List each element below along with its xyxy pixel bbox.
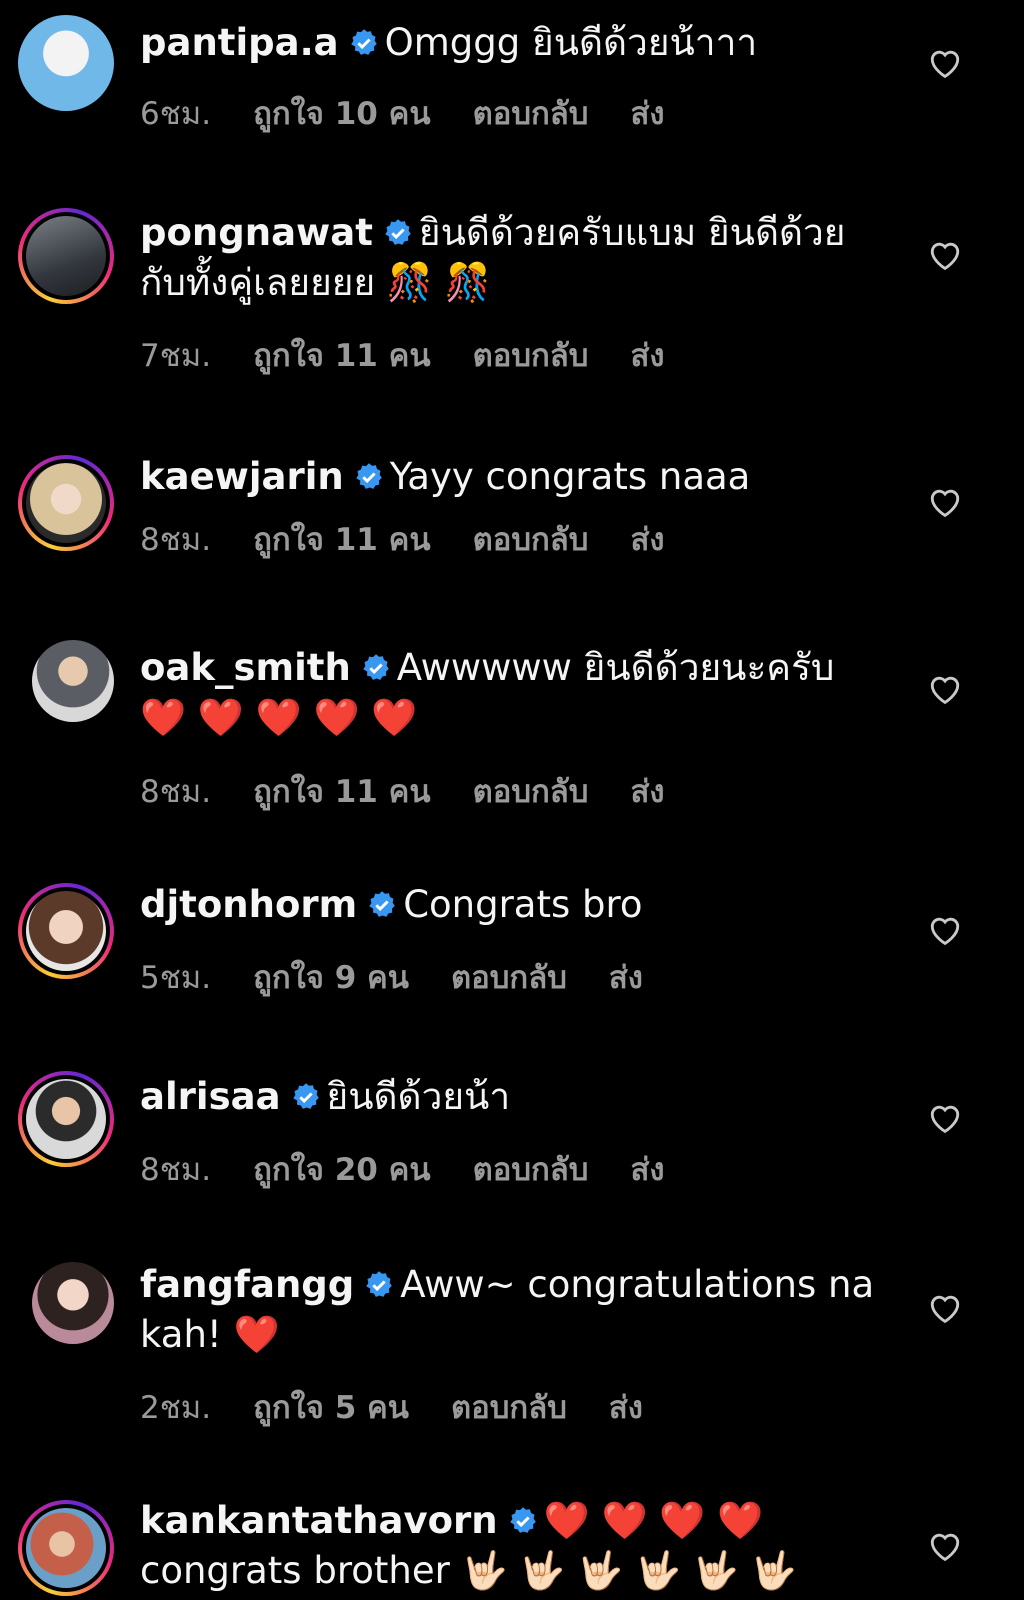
timestamp: 6ชม. (140, 96, 212, 132)
comment-text: pongnawat ยินดีด้วยครับแบม ยินดีด้วยกับทั… (140, 208, 880, 308)
comment-text: oak_smith Awwwww ยินดีด้วยนะครับ ❤️ ❤️ ❤️… (140, 643, 880, 743)
avatar[interactable] (18, 1500, 114, 1596)
comment-meta: 8ชม. ถูกใจ 11 คน ตอบกลับ ส่ง (140, 766, 707, 816)
username[interactable]: pantipa.a (140, 21, 339, 64)
verified-badge-icon (363, 654, 389, 680)
avatar[interactable] (18, 15, 114, 111)
reply-button[interactable]: ตอบกลับ (473, 338, 589, 374)
comment-text: fangfangg Aww~ congratulations na kah! ❤️ (140, 1260, 880, 1360)
likes-count[interactable]: ถูกใจ 9 คน (253, 960, 409, 996)
reply-button[interactable]: ตอบกลับ (451, 960, 567, 996)
verified-badge-icon (356, 463, 382, 489)
comment-text: kankantathavorn ❤️ ❤️ ❤️ ❤️ congrats brot… (140, 1496, 880, 1600)
reply-button[interactable]: ตอบกลับ (473, 774, 589, 810)
heart-icon[interactable] (928, 1292, 962, 1324)
comment-meta: 2ชม. ถูกใจ 5 คน ตอบกลับ ส่ง (140, 1382, 685, 1432)
heart-icon[interactable] (928, 1102, 962, 1134)
send-button[interactable]: ส่ง (630, 774, 664, 810)
verified-badge-icon (350, 29, 377, 55)
verified-badge-icon (292, 1083, 319, 1109)
heart-icon[interactable] (928, 914, 962, 946)
comment-text: alrisaa ยินดีด้วยน้า (140, 1072, 880, 1122)
username[interactable]: alrisaa (140, 1075, 281, 1118)
timestamp: 8ชม. (140, 1152, 212, 1188)
verified-badge-icon (369, 891, 395, 917)
send-button[interactable]: ส่ง (630, 96, 664, 132)
likes-count[interactable]: ถูกใจ 10 คน (253, 96, 431, 132)
comment-meta: 6ชม. ถูกใจ 10 คน ตอบกลับ ส่ง (140, 88, 707, 138)
avatar[interactable] (18, 883, 114, 979)
comment-body: Congrats bro (403, 883, 643, 926)
heart-icon[interactable] (928, 47, 962, 79)
likes-count[interactable]: ถูกใจ 20 คน (253, 1152, 431, 1188)
likes-count[interactable]: ถูกใจ 11 คน (253, 774, 431, 810)
avatar[interactable] (18, 1071, 114, 1167)
heart-icon[interactable] (928, 673, 962, 705)
likes-count[interactable]: ถูกใจ 11 คน (253, 338, 431, 374)
comment-body: Yayy congrats naaa (389, 455, 751, 498)
avatar[interactable] (32, 1262, 114, 1344)
username[interactable]: kankantathavorn (140, 1499, 498, 1542)
verified-badge-icon (366, 1271, 393, 1297)
comment-meta: 8ชม. ถูกใจ 11 คน ตอบกลับ ส่ง (140, 514, 707, 564)
timestamp: 7ชม. (140, 338, 212, 374)
reply-button[interactable]: ตอบกลับ (473, 522, 589, 558)
comment-meta: 8ชม. ถูกใจ 20 คน ตอบกลับ ส่ง (140, 1144, 707, 1194)
comment-meta: 5ชม. ถูกใจ 9 คน ตอบกลับ ส่ง (140, 952, 685, 1002)
heart-icon[interactable] (928, 239, 962, 271)
reply-button[interactable]: ตอบกลับ (451, 1390, 567, 1426)
likes-count[interactable]: ถูกใจ 11 คน (253, 522, 431, 558)
comment-body: ยินดีด้วยน้า (326, 1075, 511, 1118)
heart-icon[interactable] (928, 1530, 962, 1562)
reply-button[interactable]: ตอบกลับ (473, 1152, 589, 1188)
avatar[interactable] (32, 640, 114, 722)
username[interactable]: oak_smith (140, 646, 351, 689)
timestamp: 8ชม. (140, 522, 212, 558)
comment-text: kaewjarin Yayy congrats naaa (140, 452, 880, 502)
send-button[interactable]: ส่ง (609, 1390, 643, 1426)
reply-button[interactable]: ตอบกลับ (473, 96, 589, 132)
timestamp: 8ชม. (140, 774, 212, 810)
comment-meta: 7ชม. ถูกใจ 11 คน ตอบกลับ ส่ง (140, 330, 707, 380)
comment-text: djtonhorm Congrats bro (140, 880, 880, 930)
send-button[interactable]: ส่ง (630, 522, 664, 558)
username[interactable]: pongnawat (140, 211, 373, 254)
comment-body: Omggg ยินดีด้วยน้าาา (384, 21, 758, 64)
username[interactable]: kaewjarin (140, 455, 344, 498)
verified-badge-icon (509, 1507, 536, 1533)
heart-icon[interactable] (928, 486, 962, 518)
timestamp: 2ชม. (140, 1390, 212, 1426)
likes-count[interactable]: ถูกใจ 5 คน (253, 1390, 409, 1426)
comment-text: pantipa.a Omggg ยินดีด้วยน้าาา (140, 18, 880, 68)
username[interactable]: djtonhorm (140, 883, 357, 926)
timestamp: 5ชม. (140, 960, 212, 996)
verified-badge-icon (385, 219, 411, 245)
send-button[interactable]: ส่ง (630, 1152, 664, 1188)
avatar[interactable] (18, 208, 114, 304)
avatar[interactable] (18, 455, 114, 551)
send-button[interactable]: ส่ง (609, 960, 643, 996)
send-button[interactable]: ส่ง (630, 338, 664, 374)
username[interactable]: fangfangg (140, 1263, 354, 1306)
